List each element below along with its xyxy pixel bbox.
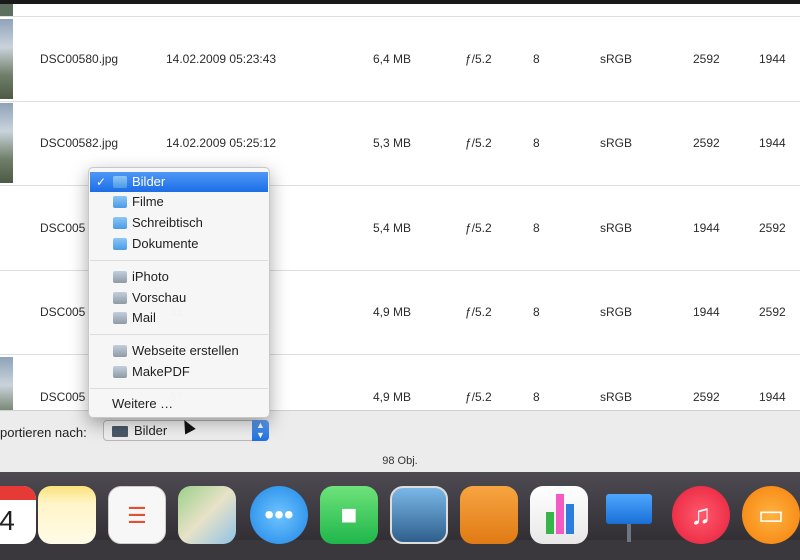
pictures-folder-icon — [113, 176, 127, 188]
item-count: 98 Obj. — [382, 455, 418, 467]
thumbnail — [0, 4, 13, 16]
cell-date: 14.02.2009 05:23:43 — [166, 52, 277, 66]
menu-item-label: Bilder — [132, 174, 166, 189]
mail-icon — [113, 312, 127, 324]
menu-item-filme[interactable]: Filme — [90, 192, 268, 212]
reminders-glyph-icon: ☰ — [127, 503, 147, 528]
cell-width: 2592 — [693, 136, 720, 150]
cell-profile: sRGB — [600, 221, 633, 235]
checkmark-icon: ✓ — [96, 175, 107, 189]
book-glyph-icon: ▭ — [757, 499, 785, 530]
export-label: portieren nach: — [0, 425, 87, 440]
menu-item-label: Dokumente — [132, 236, 199, 251]
menu-item-label: Schreibtisch — [132, 215, 203, 230]
table-row[interactable]: DSC00580.jpg 14.02.2009 05:23:43 6,4 MB ƒ/5… — [0, 17, 800, 102]
numbers-icon[interactable] — [530, 486, 588, 544]
menu-item-label: Webseite erstellen — [132, 343, 239, 358]
folder-icon — [112, 426, 128, 437]
movies-folder-icon — [113, 196, 127, 208]
messages-glyph-icon: ••• — [264, 499, 294, 530]
music-note-icon: ♫ — [690, 499, 712, 530]
menu-item-label: Mail — [132, 310, 156, 325]
cell-iso: 8 — [533, 52, 540, 66]
menu-item-weitere[interactable]: Weitere … — [90, 394, 268, 414]
cell-profile: sRGB — [600, 136, 633, 150]
cell-aperture: ƒ/5.2 — [465, 136, 492, 150]
calendar-icon[interactable]: 4 — [0, 486, 36, 544]
cell-height: 2592 — [759, 305, 786, 319]
menu-item-label: Filme — [132, 194, 164, 209]
menu-item-webseite-erstellen[interactable]: Webseite erstellen — [90, 341, 268, 361]
thumbnail — [0, 19, 13, 99]
calendar-day: 4 — [0, 505, 15, 536]
menu-item-bilder[interactable]: ✓ Bilder — [90, 172, 268, 192]
menu-separator — [90, 260, 268, 261]
thumbnail — [0, 103, 13, 183]
cell-height: 1944 — [759, 136, 786, 150]
photo-booth-icon[interactable] — [390, 486, 448, 544]
cell-profile: sRGB — [600, 305, 633, 319]
menu-separator — [90, 388, 268, 389]
facetime-icon[interactable]: ■ — [320, 486, 378, 544]
cell-file: DSC005 — [40, 305, 86, 319]
automator-icon — [113, 345, 127, 357]
cell-iso: 8 — [533, 136, 540, 150]
keynote-icon[interactable] — [600, 486, 658, 544]
cell-aperture: ƒ/5.2 — [465, 52, 492, 66]
cell-iso: 8 — [533, 305, 540, 319]
cell-width: 1944 — [693, 305, 720, 319]
cell-aperture: ƒ/5.2 — [465, 221, 492, 235]
popup-stepper-icon: ▲ ▼ — [252, 420, 269, 441]
documents-folder-icon — [113, 238, 127, 250]
reminders-icon[interactable]: ☰ — [108, 486, 166, 544]
menu-item-iphoto[interactable]: iPhoto — [90, 267, 268, 287]
cell-size: 6,4 MB — [373, 52, 412, 66]
desktop-folder-icon — [113, 217, 127, 229]
facetime-glyph-icon: ■ — [340, 499, 358, 530]
cell-height: 1944 — [759, 52, 786, 66]
preview-icon — [113, 292, 127, 304]
cell-profile: sRGB — [600, 52, 633, 66]
dock: 4 ☰ ••• ■ ♫ ▭ — [0, 472, 800, 560]
export-bar: portieren nach: Bilder ▲ ▼ 98 Obj. — [0, 410, 800, 473]
cell-height: 2592 — [759, 221, 786, 235]
messages-icon[interactable]: ••• — [250, 486, 308, 544]
cell-size: 5,3 MB — [373, 136, 412, 150]
menu-item-vorschau[interactable]: Vorschau — [90, 288, 268, 308]
cell-width: 1944 — [693, 221, 720, 235]
menu-item-label: Weitere … — [112, 396, 174, 411]
export-destination-menu: ✓ Bilder Filme Schreibtisch Dokumente iP… — [88, 167, 270, 418]
cell-size: 4,9 MB — [373, 305, 412, 319]
automator-icon — [113, 366, 127, 378]
menu-item-label: iPhoto — [132, 269, 169, 284]
cell-size: 5,4 MB — [373, 221, 412, 235]
maps-icon[interactable] — [178, 486, 236, 544]
menu-item-label: Vorschau — [132, 290, 187, 305]
cell-aperture: ƒ/5.2 — [465, 305, 492, 319]
pages-icon[interactable] — [460, 486, 518, 544]
ibooks-icon[interactable]: ▭ — [742, 486, 800, 544]
cell-width: 2592 — [693, 52, 720, 66]
cell-file: DSC005 — [40, 221, 86, 235]
menu-item-dokumente[interactable]: Dokumente — [90, 234, 268, 254]
menu-item-makepdf[interactable]: MakePDF — [90, 362, 268, 382]
table-row-partial[interactable] — [0, 4, 800, 17]
cell-file: DSC00580.jpg — [40, 52, 119, 66]
iphoto-icon — [113, 271, 127, 283]
itunes-icon[interactable]: ♫ — [672, 486, 730, 544]
notes-icon[interactable] — [38, 486, 96, 544]
menu-item-mail[interactable]: Mail — [90, 308, 268, 328]
export-destination-value: Bilder — [134, 423, 168, 438]
cell-iso: 8 — [533, 221, 540, 235]
menu-separator — [90, 334, 268, 335]
menu-item-label: MakePDF — [132, 364, 190, 379]
menu-item-schreibtisch[interactable]: Schreibtisch — [90, 213, 268, 233]
